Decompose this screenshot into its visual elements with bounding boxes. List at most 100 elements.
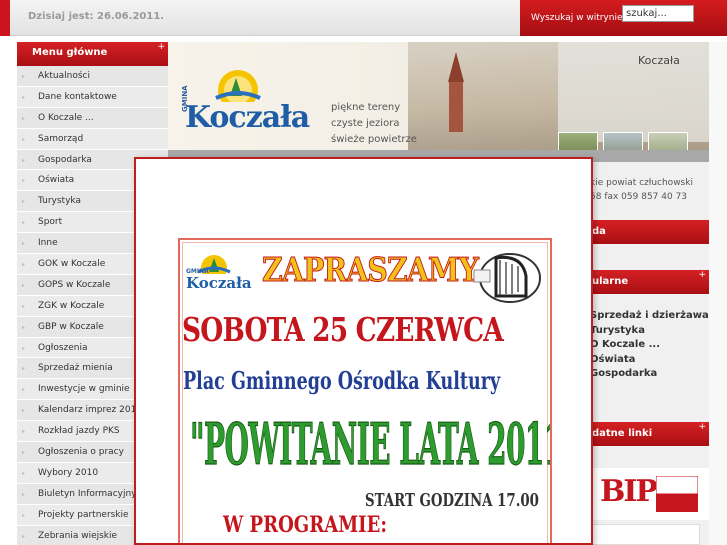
search-area: Wyszukaj w witrynie bbox=[520, 0, 727, 36]
menu-bullet-icon: ▸ bbox=[22, 135, 26, 143]
menu-bullet-icon: ▸ bbox=[22, 198, 26, 206]
menu-bullet-icon: ▸ bbox=[22, 344, 26, 352]
poster-event-name: "POWITANIE LATA 2011" bbox=[190, 409, 552, 478]
menu-bullet-icon: ▸ bbox=[22, 323, 26, 331]
menu-header: Menu główne + bbox=[17, 42, 168, 66]
expand-plus-icon[interactable]: + bbox=[698, 270, 706, 280]
map-town-label: Koczała bbox=[638, 54, 680, 67]
menu-bullet-icon: ▸ bbox=[22, 449, 26, 457]
links-header-label: datne linki bbox=[592, 428, 653, 439]
popular-link[interactable]: Sprzedaż i dzierżawa bbox=[590, 310, 709, 325]
menu-item[interactable]: ▸ Aktualności bbox=[17, 66, 168, 87]
menu-item-label: Inne bbox=[38, 238, 58, 249]
menu-item-label: GOK w Koczale bbox=[38, 259, 106, 270]
menu-title: Menu główne bbox=[32, 47, 108, 58]
church-tower-icon bbox=[448, 52, 464, 132]
logo-name: Koczała bbox=[185, 100, 310, 135]
contact-info-line: 58 fax 059 857 40 73 bbox=[590, 192, 688, 202]
contact-info-line: kie powiat człuchowski bbox=[590, 178, 693, 188]
harp-logo-icon bbox=[473, 253, 541, 303]
menu-item-label: Biuletyn Informacyjny bbox=[38, 488, 137, 499]
poster-headline: ZAPRASZAMY bbox=[262, 250, 480, 290]
section-header: da bbox=[590, 220, 709, 244]
bip-logo-text: BIP bbox=[600, 474, 658, 509]
menu-bullet-icon: ▸ bbox=[22, 302, 26, 310]
menu-item[interactable]: ▸ O Koczale ... bbox=[17, 107, 168, 129]
menu-item-label: Samorząd bbox=[38, 133, 84, 144]
menu-item[interactable]: ▸ Samorząd bbox=[17, 128, 168, 150]
menu-bullet-icon: ▸ bbox=[22, 281, 26, 289]
poster-venue: Plac Gminnego Ośrodka Kultury bbox=[183, 366, 501, 395]
slogan-line: świeże powietrze bbox=[331, 134, 417, 145]
menu-bullet-icon: ▸ bbox=[22, 428, 26, 436]
menu-bullet-icon: ▸ bbox=[22, 114, 26, 122]
current-date: Dzisiaj jest: 26.06.2011. bbox=[28, 11, 165, 22]
top-bar: Dzisiaj jest: 26.06.2011. Wyszukaj w wit… bbox=[0, 0, 727, 36]
menu-bullet-icon: ▸ bbox=[22, 240, 26, 248]
menu-bullet-icon: ▸ bbox=[22, 365, 26, 373]
menu-item-label: Kalendarz imprez 2011 bbox=[38, 405, 143, 416]
search-label: Wyszukaj w witrynie bbox=[531, 13, 623, 23]
poster-logo-name: Koczała bbox=[186, 274, 252, 292]
menu-bullet-icon: ▸ bbox=[22, 156, 26, 164]
menu-bullet-icon: ▸ bbox=[22, 490, 26, 498]
menu-item-label: O Koczale ... bbox=[38, 112, 94, 123]
slogan-line: czyste jeziora bbox=[331, 118, 400, 129]
bip-link[interactable]: BIP bbox=[590, 468, 709, 520]
popular-link[interactable]: O Koczale ... bbox=[590, 339, 709, 354]
menu-bullet-icon: ▸ bbox=[22, 511, 26, 519]
logo-sun-icon bbox=[215, 70, 261, 102]
menu-item-label: Inwestycje w gminie bbox=[38, 384, 130, 395]
popular-list: Sprzedaż i dzierżawa Turystyka O Koczale… bbox=[590, 310, 709, 383]
menu-item-label: Ogłoszenia bbox=[38, 342, 88, 353]
menu-item-label: Wybory 2010 bbox=[38, 467, 99, 478]
expand-plus-icon[interactable]: + bbox=[698, 422, 706, 432]
menu-bullet-icon: ▸ bbox=[22, 219, 26, 227]
partner-banner-link[interactable] bbox=[590, 524, 700, 545]
right-column: kie powiat człuchowski 58 fax 059 857 40… bbox=[590, 162, 709, 545]
event-poster: GMINA Koczała ZAPRASZAMY SOBOTA 25 CZERW… bbox=[178, 238, 552, 543]
slogan-line: piękne tereny bbox=[331, 102, 401, 113]
menu-item-label: Projekty partnerskie bbox=[38, 509, 129, 520]
poster-date: SOBOTA 25 CZERWCA bbox=[182, 310, 504, 349]
popular-header-label: ularne bbox=[592, 276, 629, 287]
menu-bullet-icon: ▸ bbox=[22, 261, 26, 269]
menu-item-label: Zebrania wiejskie bbox=[38, 530, 118, 541]
menu-item-label: Gospodarka bbox=[38, 154, 92, 165]
menu-item-label: Ogłoszenia o pracy bbox=[38, 447, 124, 458]
popular-link[interactable]: Oświata bbox=[590, 354, 709, 369]
event-popup[interactable]: GMINA Koczała ZAPRASZAMY SOBOTA 25 CZERW… bbox=[134, 157, 593, 545]
menu-item-label: Sport bbox=[38, 217, 63, 228]
popular-header: ularne + bbox=[590, 270, 709, 294]
menu-bullet-icon: ▸ bbox=[22, 407, 26, 415]
menu-item-label: Rozkład jazdy PKS bbox=[38, 426, 120, 437]
search-input[interactable] bbox=[622, 5, 694, 22]
poster-start-time: START GODZINA 17.00 bbox=[365, 490, 539, 511]
menu-bullet-icon: ▸ bbox=[22, 177, 26, 185]
top-accent-strip bbox=[0, 0, 10, 36]
menu-item-label: ZGK w Koczale bbox=[38, 300, 105, 311]
polish-flag-icon bbox=[656, 476, 698, 512]
menu-item-label: GOPS w Koczale bbox=[38, 279, 111, 290]
page: Dzisiaj jest: 26.06.2011. Wyszukaj w wit… bbox=[0, 0, 727, 545]
menu-item-label: GBP w Koczale bbox=[38, 321, 104, 332]
menu-item[interactable]: ▸ Dane kontaktowe bbox=[17, 86, 168, 108]
expand-plus-icon[interactable]: + bbox=[157, 42, 165, 52]
menu-item-label: Sprzedaż mienia bbox=[38, 363, 113, 374]
menu-item-label: Dane kontaktowe bbox=[38, 91, 117, 102]
popular-link[interactable]: Gospodarka bbox=[590, 368, 709, 383]
menu-bullet-icon: ▸ bbox=[22, 93, 26, 101]
map-overlay bbox=[558, 42, 709, 142]
links-header: datne linki + bbox=[590, 422, 709, 446]
menu-bullet-icon: ▸ bbox=[22, 469, 26, 477]
menu-bullet-icon: ▸ bbox=[22, 73, 26, 80]
menu-bullet-icon: ▸ bbox=[22, 532, 26, 540]
menu-item-label: Turystyka bbox=[38, 196, 81, 207]
poster-program-heading: W PROGRAMIE: bbox=[223, 512, 388, 538]
header-banner: Koczała GMINA Koczała piękne tereny czys… bbox=[168, 42, 709, 162]
menu-item-label: Aktualności bbox=[38, 71, 90, 81]
popular-link[interactable]: Turystyka bbox=[590, 325, 709, 340]
menu-bullet-icon: ▸ bbox=[22, 386, 26, 394]
right-edge bbox=[709, 42, 727, 545]
section-header-label: da bbox=[592, 226, 606, 237]
